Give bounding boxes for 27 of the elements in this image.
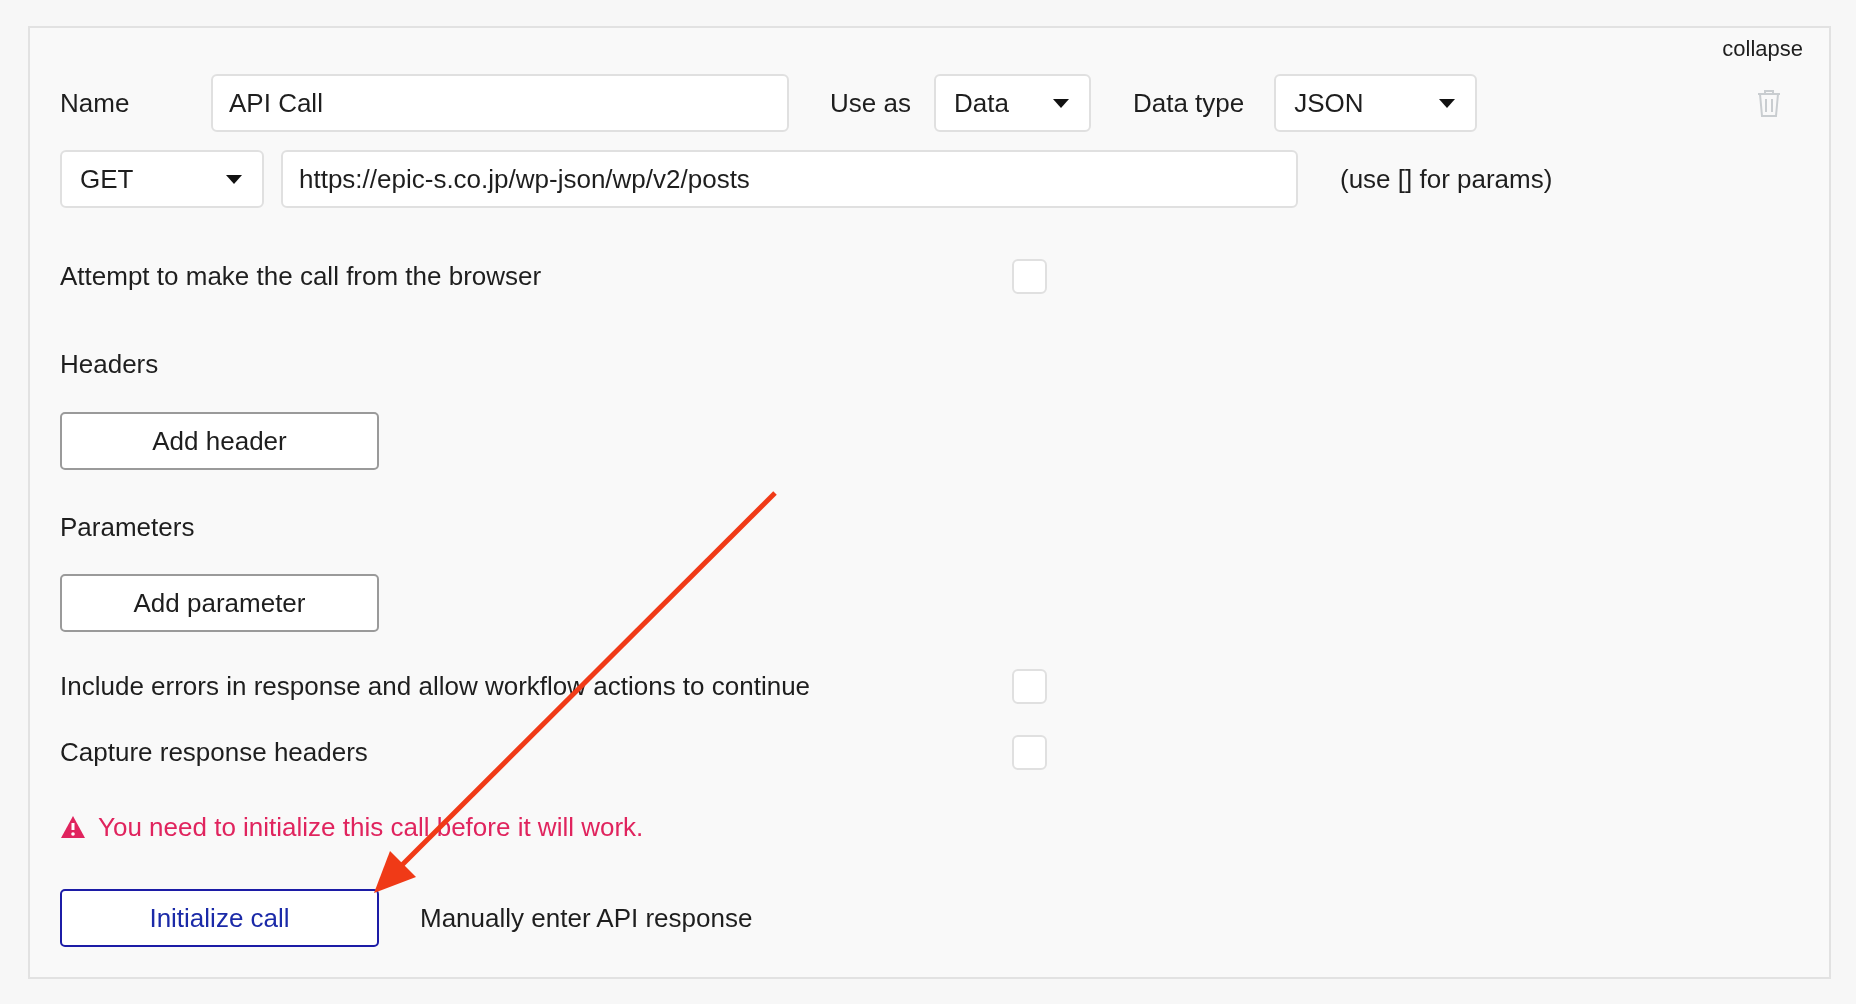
section-label: Parameters bbox=[60, 511, 195, 544]
url-field[interactable]: https://epic-s.co.jp/wp-json/wp/v2/posts bbox=[281, 150, 1298, 208]
checkbox[interactable] bbox=[1012, 734, 1047, 770]
section-label: Headers bbox=[60, 348, 159, 381]
add-parameter-button[interactable]: Add parameter bbox=[60, 574, 379, 632]
name-field[interactable]: API Call bbox=[211, 74, 789, 132]
warning-message: You need to initialize this call before it will work. bbox=[98, 811, 644, 844]
use-as-label: Use as bbox=[830, 87, 911, 120]
caret-icon bbox=[1439, 98, 1456, 108]
add-header-button[interactable]: Add header bbox=[60, 412, 379, 470]
delete-icon[interactable] bbox=[1757, 89, 1781, 117]
data-type-label: Data type bbox=[1132, 87, 1245, 120]
name-label: Name bbox=[60, 87, 131, 120]
use-as-dropdown[interactable]: Data bbox=[933, 74, 1091, 132]
method-dropdown[interactable]: GET bbox=[60, 150, 264, 208]
checkbox[interactable] bbox=[1012, 258, 1047, 294]
option-label: Capture response headers bbox=[60, 736, 369, 769]
warning-icon bbox=[60, 815, 86, 839]
manual-response-link[interactable]: Manually enter API response bbox=[420, 902, 753, 934]
initialize-call-button[interactable]: Initialize call bbox=[60, 889, 379, 947]
option-label: Attempt to make the call from the browser bbox=[60, 260, 543, 293]
checkbox[interactable] bbox=[1012, 668, 1047, 704]
url-hint: (use [] for params) bbox=[1340, 163, 1553, 196]
collapse-link[interactable]: collapse bbox=[1722, 36, 1803, 62]
caret-icon bbox=[226, 174, 242, 184]
data-type-dropdown[interactable]: JSON bbox=[1274, 74, 1478, 132]
caret-icon bbox=[1052, 98, 1069, 108]
